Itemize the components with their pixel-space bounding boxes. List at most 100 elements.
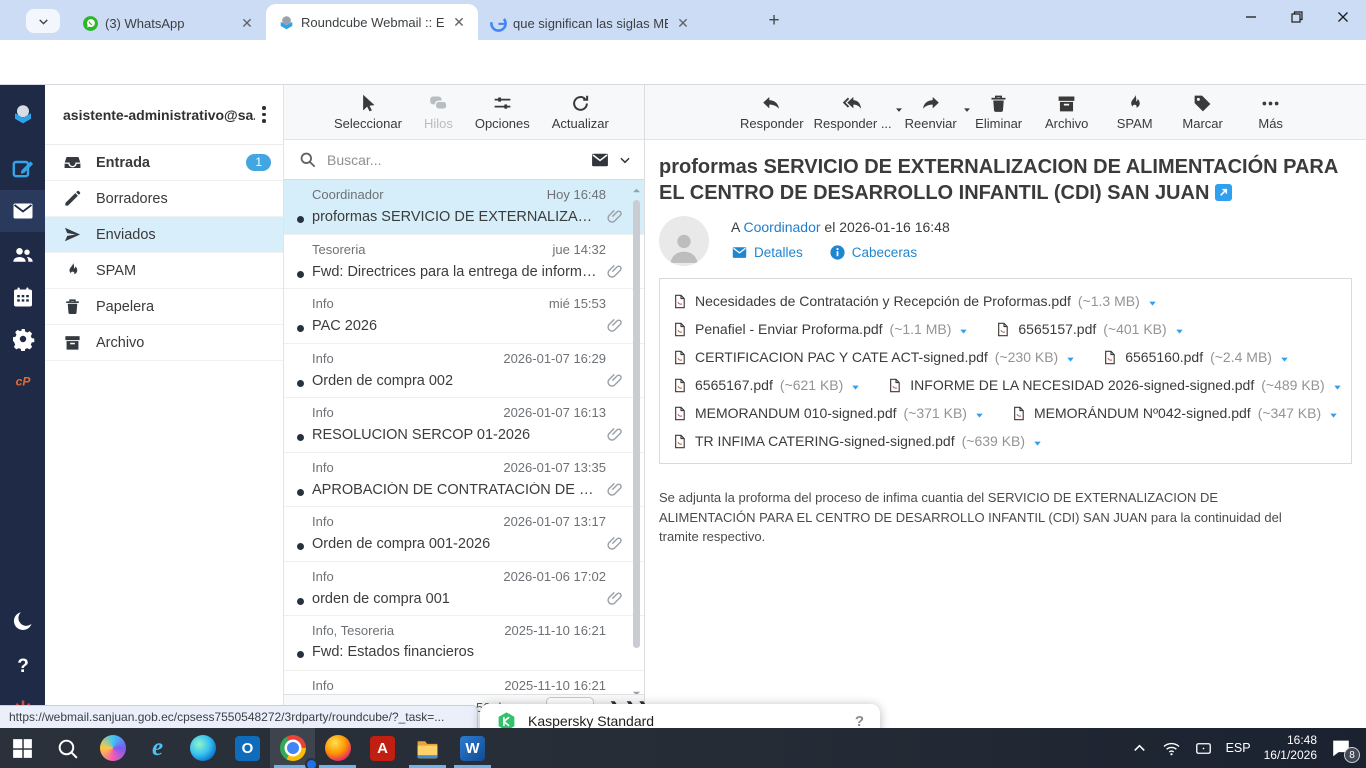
attachment-menu-caret-icon[interactable] bbox=[1065, 352, 1076, 363]
message-row[interactable]: Info2026-01-07 16:13RESOLUCION SERCOP 01… bbox=[284, 398, 644, 453]
attachment-chip[interactable]: 6565157.pdf(~401 KB) bbox=[995, 320, 1184, 339]
attachment-menu-caret-icon[interactable] bbox=[1279, 352, 1290, 363]
message-toolbar-marcar-button[interactable]: Marcar bbox=[1174, 93, 1232, 131]
language-indicator[interactable]: ESP bbox=[1226, 741, 1251, 755]
scrollbar-thumb[interactable] bbox=[633, 200, 640, 648]
copilot-icon bbox=[100, 735, 126, 761]
rail-cpanel-button[interactable]: cP bbox=[0, 360, 45, 402]
body-line: ALIMENTACIÓN PARA EL CENTRO DE DESARROLL… bbox=[659, 508, 1352, 528]
message-toolbar-responder-button[interactable]: Responder ... bbox=[814, 93, 892, 131]
close-tab-icon[interactable]: ✕ bbox=[238, 14, 256, 32]
attachment-row: Necesidades de Contratación y Recepción … bbox=[672, 287, 1339, 315]
list-toolbar-seleccionar-button[interactable]: Seleccionar bbox=[334, 93, 402, 131]
browser-tab[interactable]: (3) WhatsApp✕ bbox=[70, 6, 266, 40]
kaspersky-help-button[interactable]: ? bbox=[855, 713, 864, 730]
wifi-icon[interactable] bbox=[1162, 739, 1181, 758]
new-tab-button[interactable]: + bbox=[762, 9, 786, 33]
message-row[interactable]: Infomié 15:53PAC 2026 bbox=[284, 289, 644, 344]
rail-settings-button[interactable] bbox=[0, 318, 45, 360]
open-external-icon[interactable] bbox=[1215, 182, 1232, 199]
attachment-chip[interactable]: 6565167.pdf(~621 KB) bbox=[672, 376, 861, 395]
folder-item-archivo[interactable]: Archivo bbox=[45, 325, 283, 361]
touch-keyboard-icon[interactable] bbox=[1194, 739, 1213, 758]
attachment-chip[interactable]: CERTIFICACION PAC Y CATE ACT-signed.pdf(… bbox=[672, 348, 1076, 367]
taskbar-outlook-button[interactable]: O bbox=[225, 728, 270, 768]
message-toolbar-responder-button[interactable]: Responder bbox=[740, 93, 804, 131]
taskbar-chrome-button[interactable] bbox=[270, 728, 315, 768]
tray-chevron-up-icon[interactable] bbox=[1130, 739, 1149, 758]
message-toolbar-reenviar-button[interactable]: Reenviar bbox=[902, 93, 960, 131]
attachment-menu-caret-icon[interactable] bbox=[1032, 436, 1043, 447]
folder-item-enviados[interactable]: Enviados bbox=[45, 217, 283, 253]
attachment-chip[interactable]: MEMORÁNDUM Nº042-signed.pdf(~347 KB) bbox=[1011, 404, 1339, 423]
restore-button[interactable] bbox=[1274, 0, 1320, 34]
account-header[interactable]: asistente-administrativo@sa... bbox=[45, 85, 283, 145]
attachment-chip[interactable]: 6565160.pdf(~2.4 MB) bbox=[1102, 348, 1290, 367]
message-row[interactable]: Tesoreriajue 14:32Fwd: Directrices para … bbox=[284, 235, 644, 290]
search-scope-mail-icon[interactable] bbox=[590, 150, 610, 170]
message-toolbar-archivo-button[interactable]: Archivo bbox=[1038, 93, 1096, 131]
browser-tab[interactable]: que significan las siglas MBA E✕ bbox=[478, 6, 702, 40]
taskbar-firefox-button[interactable] bbox=[315, 728, 360, 768]
scroll-up-icon[interactable] bbox=[632, 182, 641, 191]
taskbar-word-button[interactable]: W bbox=[450, 728, 495, 768]
detalles-link[interactable]: Detalles bbox=[731, 244, 803, 261]
folder-item-papelera[interactable]: Papelera bbox=[45, 289, 283, 325]
notifications-button[interactable]: 8 bbox=[1330, 737, 1354, 759]
search-options-chevron-icon[interactable] bbox=[618, 153, 632, 167]
message-row[interactable]: Info2025-11-10 16:21 bbox=[284, 671, 644, 695]
taskbar-search-button[interactable] bbox=[45, 728, 90, 768]
recipient-link[interactable]: Coordinador bbox=[743, 219, 820, 235]
message-row[interactable]: CoordinadorHoy 16:48proformas SERVICIO D… bbox=[284, 180, 644, 235]
close-window-button[interactable] bbox=[1320, 0, 1366, 34]
attachment-menu-caret-icon[interactable] bbox=[1332, 380, 1343, 391]
list-toolbar-opciones-button[interactable]: Opciones bbox=[475, 93, 530, 131]
attachment-chip[interactable]: Necesidades de Contratación y Recepción … bbox=[672, 292, 1158, 311]
tab-search-button[interactable] bbox=[26, 9, 60, 33]
attachment-menu-caret-icon[interactable] bbox=[1147, 296, 1158, 307]
message-row[interactable]: Info2026-01-07 13:35APROBACIÓN DE CONTRA… bbox=[284, 453, 644, 508]
taskbar-file-explorer-button[interactable] bbox=[405, 728, 450, 768]
message-toolbar-eliminar-button[interactable]: Eliminar bbox=[970, 93, 1028, 131]
taskbar-edge-button[interactable] bbox=[180, 728, 225, 768]
account-menu-icon[interactable] bbox=[255, 103, 273, 127]
message-row[interactable]: Info2026-01-06 17:02orden de compra 001 bbox=[284, 562, 644, 617]
rail-compose-button[interactable] bbox=[0, 148, 45, 190]
folder-item-spam[interactable]: SPAM bbox=[45, 253, 283, 289]
message-toolbar-más-button[interactable]: Más bbox=[1242, 93, 1300, 131]
close-tab-icon[interactable]: ✕ bbox=[450, 13, 468, 31]
message-row[interactable]: Info2026-01-07 13:17Orden de compra 001-… bbox=[284, 507, 644, 562]
taskbar-internet-explorer-button[interactable]: e bbox=[135, 728, 180, 768]
attachment-menu-caret-icon[interactable] bbox=[850, 380, 861, 391]
attachment-chip[interactable]: INFORME DE LA NECESIDAD 2026-signed-sign… bbox=[887, 376, 1342, 395]
minimize-button[interactable] bbox=[1228, 0, 1274, 34]
taskbar-copilot-button[interactable] bbox=[90, 728, 135, 768]
attachment-menu-caret-icon[interactable] bbox=[1328, 408, 1339, 419]
attachment-chip[interactable]: MEMORANDUM 010-signed.pdf(~371 KB) bbox=[672, 404, 985, 423]
clock[interactable]: 16:48 16/1/2026 bbox=[1264, 733, 1317, 763]
message-toolbar-spam-button[interactable]: SPAM bbox=[1106, 93, 1164, 131]
folder-item-entrada[interactable]: Entrada1 bbox=[45, 145, 283, 181]
attachment-menu-caret-icon[interactable] bbox=[958, 324, 969, 335]
taskbar-start-button[interactable] bbox=[0, 728, 45, 768]
message-row[interactable]: Info2026-01-07 16:29Orden de compra 002 bbox=[284, 344, 644, 399]
list-toolbar-actualizar-button[interactable]: Actualizar bbox=[552, 93, 609, 131]
rail-contacts-button[interactable] bbox=[0, 234, 45, 276]
search-input[interactable] bbox=[325, 151, 582, 169]
rail-mail-button[interactable] bbox=[0, 190, 45, 232]
scroll-down-icon[interactable] bbox=[632, 685, 641, 694]
browser-tab[interactable]: Roundcube Webmail :: Enviados✕ bbox=[266, 4, 478, 40]
cabeceras-link[interactable]: Cabeceras bbox=[829, 244, 917, 261]
options-icon bbox=[492, 93, 513, 114]
rail-dark-mode-button[interactable] bbox=[0, 600, 45, 642]
rail-help-button[interactable]: ? bbox=[0, 645, 45, 687]
message-row[interactable]: Info, Tesoreria2025-11-10 16:21Fwd: Esta… bbox=[284, 616, 644, 671]
attachment-chip[interactable]: TR INFIMA CATERING-signed-signed.pdf(~63… bbox=[672, 432, 1043, 451]
close-tab-icon[interactable]: ✕ bbox=[674, 14, 692, 32]
attachment-menu-caret-icon[interactable] bbox=[974, 408, 985, 419]
taskbar-acrobat-button[interactable]: A bbox=[360, 728, 405, 768]
folder-item-borradores[interactable]: Borradores bbox=[45, 181, 283, 217]
attachment-menu-caret-icon[interactable] bbox=[1174, 324, 1185, 335]
attachment-chip[interactable]: Penafiel - Enviar Proforma.pdf(~1.1 MB) bbox=[672, 320, 969, 339]
rail-calendar-button[interactable] bbox=[0, 276, 45, 318]
